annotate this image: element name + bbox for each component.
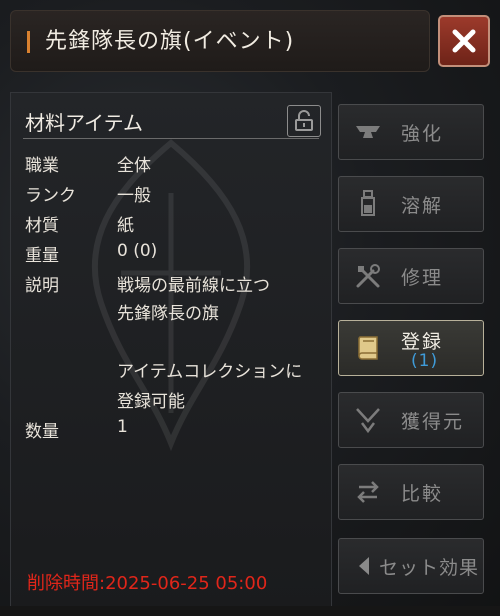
quantity-value: 1: [117, 417, 128, 437]
quantity-label: 数量: [25, 422, 59, 442]
material-label: 材質: [25, 216, 59, 236]
set-effect-label: セット効果: [379, 557, 480, 579]
close-icon: [452, 29, 476, 53]
title-accent-bar: [27, 31, 30, 53]
item-info-panel: 材料アイテム 職業 全体 ランク 一般 材質 紙 重量 0 (0) 説明 戦場の…: [10, 92, 332, 612]
material-value: 紙: [117, 216, 134, 236]
book-icon: [358, 336, 378, 360]
description-line-4: 登録可能: [117, 392, 185, 412]
anvil-icon: [356, 126, 380, 138]
description-line-2: 先鋒隊長の旗: [117, 304, 219, 324]
register-button[interactable]: 登録 (1): [338, 320, 484, 376]
dissolve-button[interactable]: 溶解: [338, 176, 484, 232]
source-label: 獲得元: [401, 411, 465, 433]
delete-time: 削除時間:2025-06-25 05:00: [27, 573, 268, 594]
window-title: 先鋒隊長の旗(イベント): [45, 29, 295, 54]
title-bar: 先鋒隊長の旗(イベント): [10, 10, 430, 72]
tools-icon: [356, 264, 380, 288]
dissolve-label: 溶解: [401, 195, 444, 217]
lock-button[interactable]: [287, 105, 321, 137]
description-label: 説明: [25, 276, 59, 296]
description-line-3: アイテムコレクションに: [117, 362, 303, 382]
register-count: (1): [411, 351, 439, 371]
weight-value: 0 (0): [117, 241, 158, 261]
repair-button[interactable]: 修理: [338, 248, 484, 304]
source-button[interactable]: 獲得元: [338, 392, 484, 448]
job-value: 全体: [117, 156, 151, 176]
enhance-button[interactable]: 強化: [338, 104, 484, 160]
unlock-icon: [295, 110, 313, 131]
triangle-left-icon: [359, 557, 369, 575]
rank-label: ランク: [25, 186, 76, 206]
set-effect-button[interactable]: セット効果: [338, 538, 484, 594]
close-button[interactable]: [438, 15, 490, 67]
funnel-icon: [356, 408, 380, 434]
register-label: 登録: [401, 331, 444, 353]
weight-label: 重量: [25, 246, 59, 266]
description-line-1: 戦場の最前線に立つ: [117, 276, 270, 296]
compare-label: 比較: [401, 483, 444, 505]
section-divider: [23, 138, 319, 139]
swap-arrows-icon: [357, 481, 379, 503]
rank-value: 一般: [117, 186, 151, 206]
bottom-edge: [0, 606, 500, 616]
compare-button[interactable]: 比較: [338, 464, 484, 520]
job-label: 職業: [25, 156, 59, 176]
potion-bottle-icon: [361, 190, 375, 216]
repair-label: 修理: [401, 267, 444, 289]
item-category-title: 材料アイテム: [25, 111, 143, 135]
enhance-label: 強化: [401, 123, 444, 145]
